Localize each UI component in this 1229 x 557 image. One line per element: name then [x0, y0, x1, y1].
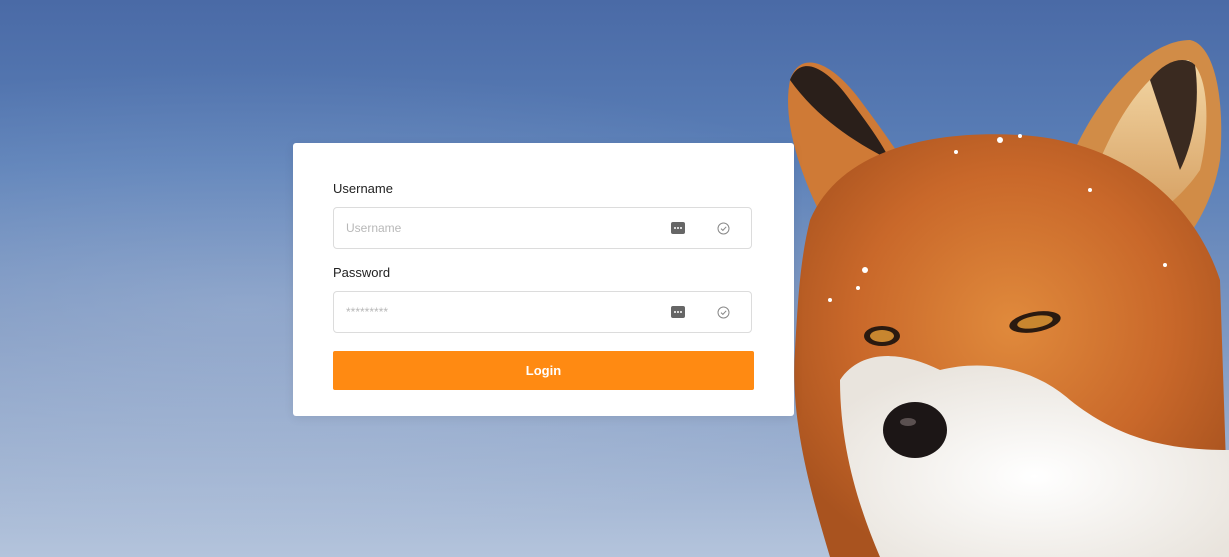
password-input[interactable] — [346, 292, 656, 332]
password-manager-icon[interactable] — [671, 306, 685, 318]
check-circle-icon — [717, 306, 730, 319]
check-circle-icon — [717, 222, 730, 235]
password-manager-icon[interactable] — [671, 222, 685, 234]
password-field[interactable] — [333, 291, 752, 333]
login-button[interactable]: Login — [333, 351, 754, 390]
login-card: Username Password Login — [293, 143, 794, 416]
username-input[interactable] — [346, 208, 656, 248]
username-field[interactable] — [333, 207, 752, 249]
username-label: Username — [333, 181, 393, 196]
password-label: Password — [333, 265, 391, 280]
fox-photo — [788, 40, 1229, 557]
